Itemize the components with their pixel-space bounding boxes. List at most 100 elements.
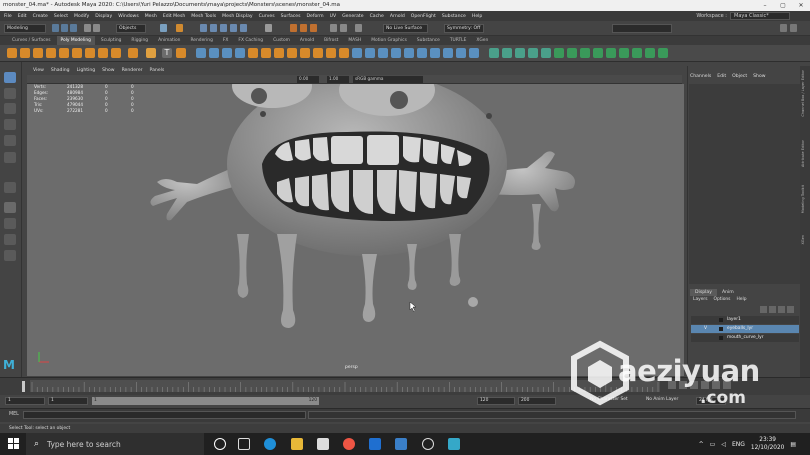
edge-loop-icon[interactable] [391,48,401,58]
shelf-tab-xgen[interactable]: XGen [472,36,492,45]
layer-color-swatch[interactable] [719,327,723,331]
planar-map-icon[interactable] [502,48,512,58]
hypershade-icon[interactable] [330,24,337,32]
shelf-tab-turtle[interactable]: TURTLE [446,36,471,45]
rotate-tool-icon[interactable] [4,135,16,146]
select-tool-icon[interactable] [4,72,16,83]
open-scene-icon[interactable] [61,24,68,32]
single-perspective-layout-icon[interactable] [4,202,16,213]
shelf-tab-bifrost[interactable]: Bifrost [320,36,342,45]
shelf-tab-curves-surfaces[interactable]: Curves / Surfaces [8,36,55,45]
layout-uv-icon[interactable] [541,48,551,58]
mirror-icon[interactable] [469,48,479,58]
triangulate-icon[interactable] [313,48,323,58]
workspace-dropdown[interactable]: Maya Classic* [730,12,790,20]
unfold-icon[interactable] [528,48,538,58]
mel-label[interactable]: MEL [9,412,19,417]
menu-arnold[interactable]: Arnold [390,14,405,19]
menu-create[interactable]: Create [33,14,48,19]
volume-icon[interactable]: ◁ [721,441,726,448]
viewport-menu-lighting[interactable]: Lighting [77,66,96,75]
mail-icon[interactable] [369,438,381,450]
layer-menu-layers[interactable]: Layers [693,297,708,302]
menu-display[interactable]: Display [95,14,112,19]
start-time-field[interactable]: 1 [5,397,45,405]
persp-outliner-layout-icon[interactable] [4,234,16,245]
menu-mesh-display[interactable]: Mesh Display [222,14,253,19]
show-hidden-icons-icon[interactable]: ^ [699,441,704,448]
side-tab-attribute-editor[interactable]: Attribute Editor [801,140,805,167]
taskbar-search[interactable]: ⌕ Type here to search [26,433,204,455]
menuset-dropdown[interactable]: Modeling [4,24,46,33]
render-frame-icon[interactable] [290,24,297,32]
menu-cache[interactable]: Cache [370,14,384,19]
normals-icon[interactable] [606,48,616,58]
conform-icon[interactable] [645,48,655,58]
menu-uv[interactable]: UV [330,14,337,19]
move-layer-down-icon[interactable] [769,306,776,313]
channel-box-menu-channels[interactable]: Channels [690,74,711,79]
side-tab-channel-box-layer-editor[interactable]: Channel Box / Layer Editor [801,70,805,117]
snap-view-plane-icon[interactable] [230,24,237,32]
viewport-menu-shading[interactable]: Shading [51,66,70,75]
layer-menu-help[interactable]: Help [736,297,746,302]
colorspace-dropdown[interactable]: sRGB gamma [353,76,423,83]
paint-select-tool-icon[interactable] [4,103,16,114]
channel-box-menu-show[interactable]: Show [753,74,765,79]
smooth-icon[interactable] [222,48,232,58]
perspective-viewport[interactable]: persp [27,84,684,376]
collapse-icon[interactable] [658,48,668,58]
viewport-menu-view[interactable]: View [33,66,44,75]
layer-menu-options[interactable]: Options [714,297,731,302]
anim-layer-field[interactable]: No Anim Layer [644,397,688,405]
poly-sphere-icon[interactable] [7,48,17,58]
target-weld-icon[interactable] [352,48,362,58]
shelf-tab-custom[interactable]: Custom [269,36,294,45]
playback-end-field[interactable]: 120 [477,397,515,405]
poly-type-icon[interactable]: T [162,48,172,58]
live-surface-field[interactable]: No Live Surface [383,24,428,33]
side-tab-xgen[interactable]: XGen [801,235,805,244]
poke-icon[interactable] [456,48,466,58]
svg-icon[interactable] [176,48,186,58]
menu-select[interactable]: Select [54,14,68,19]
playback-start-field[interactable]: 1 [48,397,88,405]
undo-icon[interactable] [84,24,91,32]
shelf-tab-rigging[interactable]: Rigging [127,36,152,45]
layer-visibility-flag[interactable]: V [704,325,707,333]
viewport-menu-panels[interactable]: Panels [150,66,165,75]
wedge-icon[interactable] [443,48,453,58]
layer-row[interactable]: layer1 [691,316,799,324]
side-tab-modeling-toolkit[interactable]: Modeling Toolkit [801,185,805,213]
command-input[interactable] [23,411,306,419]
attribute-editor-toggle-icon[interactable] [790,24,797,32]
layer-color-swatch[interactable] [719,318,723,322]
render-settings-icon[interactable] [310,24,317,32]
uv-editor-icon[interactable] [489,48,499,58]
harden-edge-icon[interactable] [632,48,642,58]
layer-tab-anim[interactable]: Anim [717,289,739,296]
task-view-icon[interactable] [238,438,250,450]
chrome-icon[interactable] [343,438,355,450]
layer-tab-display[interactable]: Display [690,289,717,296]
connect-icon[interactable] [365,48,375,58]
select-by-hierarchy-icon[interactable] [160,24,167,32]
bridge-icon[interactable] [261,48,271,58]
new-layer-selected-icon[interactable] [787,306,794,313]
four-view-layout-icon[interactable] [4,218,16,229]
new-scene-icon[interactable] [52,24,59,32]
construction-history-icon[interactable] [265,24,272,32]
cleanup-icon[interactable] [567,48,577,58]
language-indicator[interactable]: ENG [732,441,745,448]
save-scene-icon[interactable] [70,24,77,32]
platonic-solid-icon[interactable] [98,48,108,58]
last-tool-icon[interactable] [4,182,16,193]
menu-windows[interactable]: Windows [118,14,139,19]
boolean-union-icon[interactable] [235,48,245,58]
shelf-tab-sculpting[interactable]: Sculpting [97,36,126,45]
menu-help[interactable]: Help [472,14,482,19]
menu-modify[interactable]: Modify [74,14,89,19]
clock[interactable]: 23:39 12/10/2020 [751,436,784,452]
multi-cut-icon[interactable] [339,48,349,58]
minimize-button[interactable]: – [756,0,774,11]
